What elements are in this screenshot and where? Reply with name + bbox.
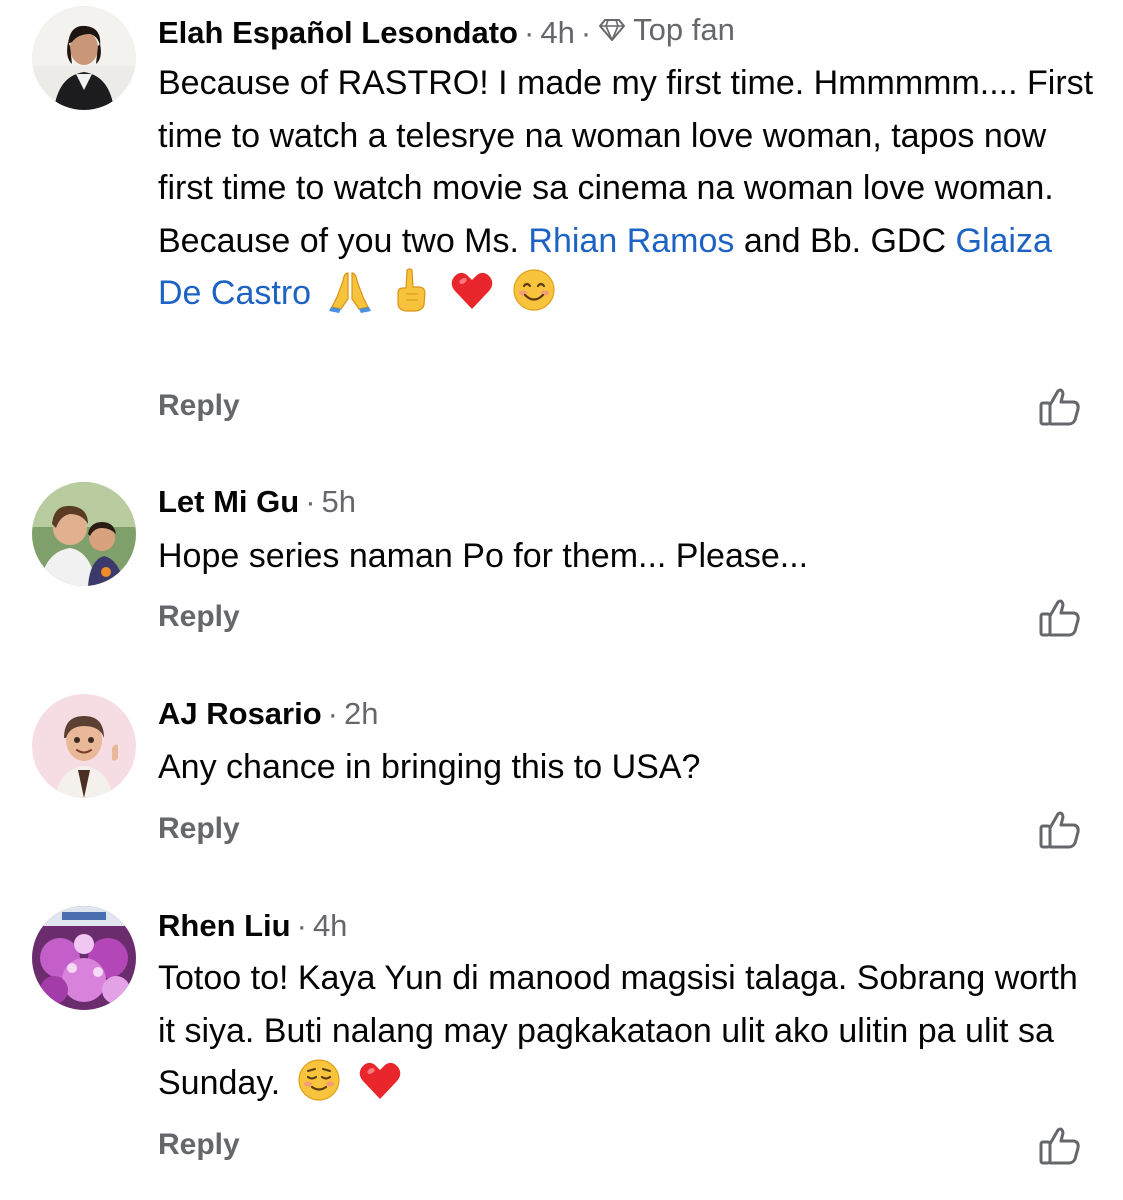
comment-text: Any chance in bringing this to USA?	[158, 741, 1103, 794]
like-button[interactable]	[1038, 385, 1082, 427]
like-button[interactable]	[1038, 596, 1082, 638]
thumbs-up-icon	[1039, 1127, 1080, 1165]
comment-time[interactable]: 4h	[313, 908, 347, 943]
separator-dot: ·	[327, 696, 338, 731]
comment-text: Because of RASTRO! I made my first time.…	[158, 57, 1103, 320]
thumbs-up-icon	[1039, 599, 1080, 637]
red-heart-emoji	[357, 1057, 403, 1103]
comment-text: Totoo to! Kaya Yun di manood magsisi tal…	[158, 952, 1103, 1110]
commenter-name[interactable]: Elah Español Lesondato	[158, 15, 518, 50]
comment-header: Elah Español Lesondato · 4h · Top fan	[158, 10, 735, 53]
comment-header: Rhen Liu · 4h	[158, 906, 347, 946]
comment-time[interactable]: 2h	[344, 696, 378, 731]
reply-button[interactable]: Reply	[158, 811, 240, 847]
avatar-photo	[32, 6, 136, 110]
reply-button[interactable]: Reply	[158, 599, 240, 635]
separator-dot: ·	[305, 484, 316, 519]
comment-text-segment: and Bb. GDC	[734, 221, 956, 260]
comment-text: Hope series naman Po for them... Please.…	[158, 530, 1103, 583]
commenter-name[interactable]: AJ Rosario	[158, 696, 322, 731]
comment-time[interactable]: 5h	[322, 484, 356, 519]
pointing-up-emoji	[388, 267, 434, 313]
commenter-name[interactable]: Let Mi Gu	[158, 484, 299, 519]
comment-time[interactable]: 4h	[540, 15, 574, 50]
like-button[interactable]	[1038, 1124, 1082, 1166]
thumbs-up-icon	[1039, 388, 1080, 426]
comment-text-segment: Hope series naman Po for them... Please.…	[158, 537, 809, 575]
thumbs-up-icon	[1039, 811, 1080, 849]
mention-link[interactable]: Rhian Ramos	[528, 222, 734, 260]
diamond-icon	[599, 19, 626, 41]
separator-dot: ·	[580, 15, 592, 50]
separator-dot: ·	[296, 908, 307, 943]
folded-hands-emoji	[327, 267, 373, 313]
avatar[interactable]	[32, 906, 136, 1010]
reply-button[interactable]: Reply	[158, 388, 240, 424]
like-button[interactable]	[1038, 808, 1082, 850]
avatar-photo	[32, 694, 136, 798]
avatar[interactable]	[32, 694, 136, 798]
avatar-photo	[32, 906, 136, 1010]
reply-button[interactable]: Reply	[158, 1127, 240, 1163]
comment-header: AJ Rosario · 2h	[158, 694, 378, 734]
separator-dot: ·	[524, 15, 535, 50]
avatar-photo	[32, 482, 136, 586]
top-fan-badge: Top fan	[597, 10, 735, 50]
avatar[interactable]	[32, 6, 136, 110]
comment-text-segment: Any chance in bringing this to USA?	[158, 748, 701, 786]
smiling-face-emoji	[511, 267, 557, 313]
avatar[interactable]	[32, 482, 136, 586]
commenter-name[interactable]: Rhen Liu	[158, 908, 291, 943]
badge-label: Top fan	[633, 12, 735, 47]
relieved-face-emoji	[296, 1057, 342, 1103]
comment-header: Let Mi Gu · 5h	[158, 482, 356, 522]
red-heart-emoji	[449, 267, 495, 313]
